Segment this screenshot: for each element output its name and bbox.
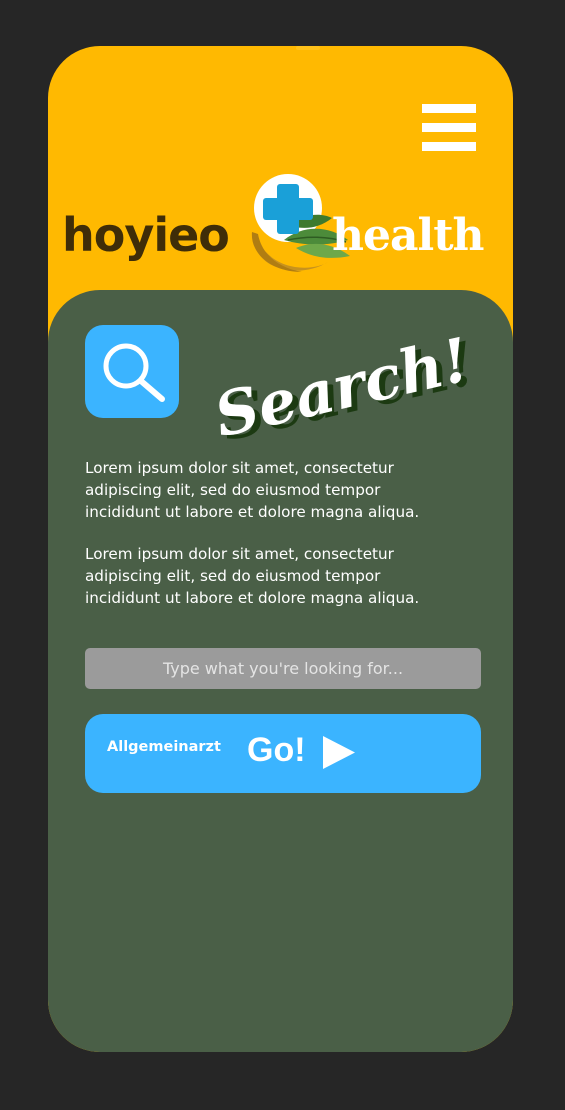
menu-bar-middle <box>422 123 476 132</box>
search-heading: Search! Search! <box>208 325 482 440</box>
go-label: Go! <box>247 731 306 769</box>
menu-bar-bottom <box>422 142 476 151</box>
search-tile <box>85 325 179 418</box>
phone-frame: hoyieo health Search! Search! Lorem ipsu… <box>48 46 513 1052</box>
intro-paragraph-2: Lorem ipsum dolor sit amet, consectetur … <box>85 545 420 607</box>
hamburger-menu-icon[interactable] <box>420 102 478 154</box>
logo-word-right: health <box>332 210 485 261</box>
search-panel: Search! Search! Lorem ipsum dolor sit am… <box>48 290 513 1052</box>
magnifier-icon <box>103 343 165 402</box>
logo-word-left: hoyieo <box>62 208 230 262</box>
play-triangle-icon <box>323 736 355 769</box>
category-label: Allgemeinarzt <box>107 739 221 755</box>
menu-bar-top <box>422 104 476 113</box>
search-heading-text: Search! <box>208 325 476 440</box>
phone-notch <box>296 46 320 50</box>
go-button[interactable]: Allgemeinarzt Go! <box>85 714 481 793</box>
intro-paragraph-1: Lorem ipsum dolor sit amet, consectetur … <box>85 459 420 521</box>
search-input[interactable] <box>85 648 481 689</box>
brand-logo: hoyieo health <box>62 174 502 274</box>
